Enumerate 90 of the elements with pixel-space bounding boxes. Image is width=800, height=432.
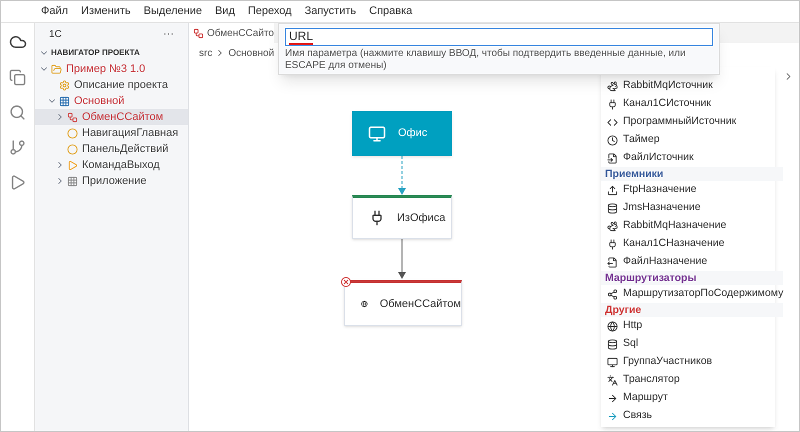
palette-item[interactable]: МаршрутизаторПоСодержимому — [607, 285, 784, 303]
tree-label: Пример №3 1.0 — [66, 62, 146, 77]
tree-label: КомандаВыход — [82, 158, 160, 173]
palette-item[interactable]: RabbitMqИсточник — [607, 77, 784, 95]
play-icon — [67, 160, 78, 170]
palette-item[interactable]: JmsНазначение — [607, 199, 784, 217]
plug-icon — [607, 238, 618, 250]
palette-item[interactable]: ФайлИсточник — [607, 149, 784, 167]
palette-category: Маршрутизаторы — [601, 271, 784, 285]
translate-icon — [607, 374, 618, 386]
node-label: ИзОфиса — [397, 210, 446, 226]
tree-item[interactable]: КомандаВыход — [35, 157, 188, 173]
arrow-icon — [607, 410, 618, 422]
files-icon[interactable] — [9, 69, 26, 86]
workflow-icon — [193, 28, 204, 38]
palette-category: Другие — [601, 303, 784, 317]
tree-label: Приложение — [82, 174, 147, 189]
node-label: ОбменССайтом — [380, 296, 461, 312]
monitor-icon — [607, 356, 618, 368]
input-field[interactable]: URL — [285, 28, 713, 46]
branch-icon[interactable] — [9, 139, 26, 156]
plug-icon — [607, 98, 618, 110]
grid-icon — [67, 176, 78, 186]
menu-item[interactable]: Вид — [214, 3, 235, 20]
palette-item[interactable]: FtpНазначение — [607, 181, 784, 199]
palette-item[interactable]: Транслятор — [607, 371, 784, 389]
tree-item[interactable]: Приложение — [35, 173, 188, 189]
gear-icon — [59, 80, 70, 90]
file-icon — [607, 152, 618, 164]
palette-item[interactable]: ФайлНазначение — [607, 253, 784, 271]
folder-icon — [51, 64, 62, 74]
sidebar-title: 1C — [49, 28, 62, 42]
palette-item[interactable]: Канал1CИсточник — [607, 95, 784, 113]
rabbit-icon — [607, 80, 618, 92]
tree-item[interactable]: Основной — [35, 93, 188, 109]
tree-label: Основной — [74, 94, 124, 109]
branch-icon — [607, 288, 618, 300]
palette-item[interactable]: Http — [607, 317, 784, 335]
dashed-arrow — [397, 156, 407, 196]
palette-item[interactable]: ГруппаУчастников — [607, 353, 784, 371]
more-button[interactable]: ··· — [163, 26, 174, 42]
menu-item[interactable]: Выделение — [144, 3, 202, 20]
palette-item[interactable]: Таймер — [607, 131, 784, 149]
arrow-icon — [607, 392, 618, 404]
tree-item[interactable]: Пример №3 1.0 — [35, 61, 188, 77]
menu-item[interactable]: Файл — [41, 3, 68, 20]
palette-item[interactable]: Маршрут — [607, 389, 784, 407]
editor-tab[interactable]: ОбменССайто — [189, 23, 274, 43]
palette-item[interactable]: Канал1CНазначение — [607, 235, 784, 253]
circle-icon — [67, 144, 78, 154]
tree-label: НавигацияГлавная — [82, 126, 178, 141]
tree-item[interactable]: ОбменССайтом — [35, 109, 188, 125]
tree-label: ПанельДействий — [82, 142, 168, 157]
palette-item[interactable]: ПрограммныйИсточник — [607, 113, 784, 131]
tree-label: Описание проекта — [74, 78, 168, 93]
file-icon — [607, 256, 618, 268]
globe-icon — [607, 320, 618, 332]
workflow-icon — [67, 112, 78, 122]
breadcrumb-item[interactable]: src — [199, 46, 212, 60]
palette-category: Приемники — [601, 167, 784, 181]
cloud-icon[interactable] — [8, 33, 26, 51]
menu-item[interactable]: Изменить — [81, 3, 131, 20]
tree-item[interactable]: НавигацияГлавная — [35, 125, 188, 141]
circle-icon — [67, 128, 78, 138]
section-title[interactable]: НАВИГАТОР ПРОЕКТА — [51, 47, 140, 59]
tree-item[interactable]: ПанельДействий — [35, 141, 188, 157]
menu-item[interactable]: Справка — [369, 3, 412, 20]
database-icon — [607, 202, 618, 214]
database-icon — [607, 338, 618, 350]
diagram-node[interactable]: ИзОфиса — [352, 195, 452, 239]
code-icon — [607, 116, 618, 128]
grid-icon — [59, 96, 70, 106]
palette-item[interactable]: Sql — [607, 335, 784, 353]
palette-item[interactable]: Связь — [607, 407, 784, 425]
tree-label: ОбменССайтом — [82, 110, 164, 125]
palette-item[interactable]: RabbitMqНазначение — [607, 217, 784, 235]
menu-item[interactable]: Переход — [248, 3, 292, 20]
upload-icon — [607, 184, 618, 196]
tree-item[interactable]: Описание проекта — [35, 77, 188, 93]
breadcrumb-item[interactable]: Основной — [228, 46, 274, 60]
arrow — [397, 239, 407, 280]
run-icon[interactable] — [9, 174, 26, 191]
rabbit-icon — [607, 220, 618, 232]
search-icon[interactable] — [9, 104, 26, 121]
menu-item[interactable]: Запустить — [304, 3, 356, 20]
node-label: Офис — [398, 126, 428, 142]
diagram-node[interactable]: ОбменССайтом — [344, 280, 462, 326]
monitor-icon — [368, 124, 386, 142]
clock-icon — [607, 134, 618, 146]
hint-text: Имя параметра (нажмите клавишу ВВОД, чтобы подтвердить введенные данные, или ESCAPE для отмены) — [285, 48, 687, 72]
